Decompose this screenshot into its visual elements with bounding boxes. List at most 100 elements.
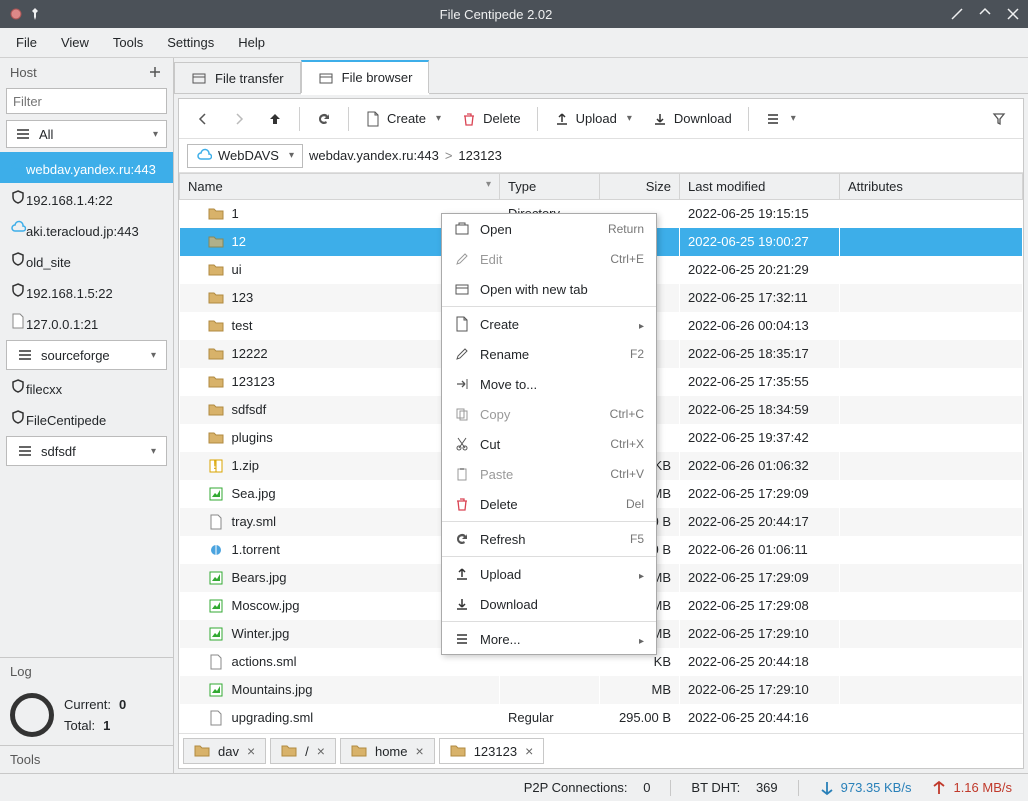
menu-settings[interactable]: Settings [157,31,224,54]
host-item[interactable]: sourceforge▾ [6,340,167,370]
download-button[interactable]: Download [644,107,740,131]
maximize-button[interactable] [978,7,992,21]
ctx-more-[interactable]: More... [442,624,656,654]
file-modified: 2022-06-25 17:32:11 [680,284,840,312]
pin-icon[interactable] [28,7,42,21]
close-tab-button[interactable]: × [247,743,255,759]
ctx-open-with-new-tab[interactable]: Open with new tab [442,274,656,304]
nav-forward-button[interactable] [223,107,255,131]
file-type [500,676,600,704]
tab-file-transfer[interactable]: File transfer [174,62,301,93]
path-tab-label: home [375,744,408,759]
menu-help[interactable]: Help [228,31,275,54]
minimize-button[interactable] [950,7,964,21]
file-name: Mountains.jpg [232,682,313,697]
refresh-icon [454,531,470,547]
host-item[interactable]: sdfsdf▾ [6,436,167,466]
table-row[interactable]: Mountains.jpgMB2022-06-25 17:29:10 [180,676,1023,704]
cloud-icon [10,220,26,236]
progress-ring-icon [10,693,54,737]
tab-icon [454,281,470,297]
menu-view[interactable]: View [51,31,99,54]
close-button[interactable] [1006,7,1020,21]
menu-file[interactable]: File [6,31,47,54]
breadcrumb-part[interactable]: webdav.yandex.ru:443 [309,148,439,163]
host-item[interactable]: aki.teracloud.jp:443 [0,214,173,245]
path-tab[interactable]: dav× [183,738,266,764]
log-section-label[interactable]: Log [0,657,173,685]
ctx-upload[interactable]: Upload [442,559,656,589]
protocol-dropdown[interactable]: WebDAVS [187,144,303,168]
nav-up-button[interactable] [259,107,291,131]
col-header-name[interactable]: Name▾ [180,174,500,200]
file-table-container[interactable]: Name▾ Type Size Last modified Attributes… [179,173,1023,733]
ctx-refresh[interactable]: RefreshF5 [442,524,656,554]
col-header-modified[interactable]: Last modified [680,174,840,200]
host-item[interactable]: 192.168.1.4:22 [0,183,173,214]
file-size: 295.00 B [600,704,680,732]
host-item[interactable]: old_site [0,245,173,276]
file-name: 1 [232,206,239,221]
folder-icon [208,346,224,362]
tools-section-label[interactable]: Tools [0,745,173,773]
table-row[interactable]: upgrading.smlRegular295.00 B2022-06-25 2… [180,704,1023,732]
file-modified: 2022-06-25 17:29:09 [680,564,840,592]
ctx-shortcut: Return [608,222,644,236]
ctx-copy: CopyCtrl+C [442,399,656,429]
nav-back-button[interactable] [187,107,219,131]
menu-tools[interactable]: Tools [103,31,153,54]
toolbar: Create Delete Upload Download [179,99,1023,139]
file-attributes [840,228,1023,256]
host-item[interactable]: 192.168.1.5:22 [0,276,173,307]
folder-icon [208,262,224,278]
host-item[interactable]: FileCentipede [0,403,173,434]
ctx-open[interactable]: OpenReturn [442,214,656,244]
ctx-label: Upload [480,567,629,582]
paste-icon [454,466,470,482]
close-tab-button[interactable]: × [317,743,325,759]
close-tab-button[interactable]: × [525,743,533,759]
delete-button[interactable]: Delete [453,107,529,131]
col-header-type[interactable]: Type [500,174,600,200]
close-tab-button[interactable]: × [416,743,424,759]
file-modified: 2022-06-25 19:00:27 [680,228,840,256]
download-icon [454,596,470,612]
context-menu: OpenReturnEditCtrl+EOpen with new tabCre… [441,213,657,655]
ctx-rename[interactable]: RenameF2 [442,339,656,369]
sidebar-header-label: Host [10,65,37,80]
filter-button[interactable] [983,107,1015,131]
submenu-arrow-icon [639,317,644,332]
refresh-button[interactable] [308,107,340,131]
host-label: 192.168.1.5:22 [26,286,113,301]
ctx-move-to-[interactable]: Move to... [442,369,656,399]
add-host-button[interactable] [147,64,163,80]
breadcrumb-part[interactable]: 123123 [458,148,501,163]
path-tab[interactable]: home × [340,738,435,764]
ctx-delete[interactable]: DeleteDel [442,489,656,519]
col-header-size[interactable]: Size [600,174,680,200]
chevron-down-icon: ▾ [151,446,156,457]
ctx-cut[interactable]: CutCtrl+X [442,429,656,459]
path-tab[interactable]: /× [270,738,336,764]
host-item[interactable]: webdav.yandex.ru:443 [0,152,173,183]
dropdown-label: All [39,127,145,142]
host-filter-input[interactable] [6,88,167,114]
ctx-create[interactable]: Create [442,309,656,339]
file-name: 123 [232,290,254,305]
copy-icon [454,406,470,422]
ctx-download[interactable]: Download [442,589,656,619]
folder-icon [208,402,224,418]
file-name: actions.sml [232,654,297,669]
create-button[interactable]: Create [357,107,449,131]
host-item[interactable]: 127.0.0.1:21 [0,307,173,338]
tab-file-browser[interactable]: File browser [301,60,430,93]
host-category-dropdown[interactable]: All ▾ [6,120,167,148]
app-icon [8,6,24,22]
view-options-button[interactable] [757,107,804,131]
file-modified: 2022-06-26 01:06:11 [680,536,840,564]
upload-button[interactable]: Upload [546,107,640,131]
titlebar: File Centipede 2.02 [0,0,1028,28]
path-tab[interactable]: 123123× [439,738,545,764]
host-item[interactable]: filecxx [0,372,173,403]
col-header-attributes[interactable]: Attributes [840,174,1023,200]
